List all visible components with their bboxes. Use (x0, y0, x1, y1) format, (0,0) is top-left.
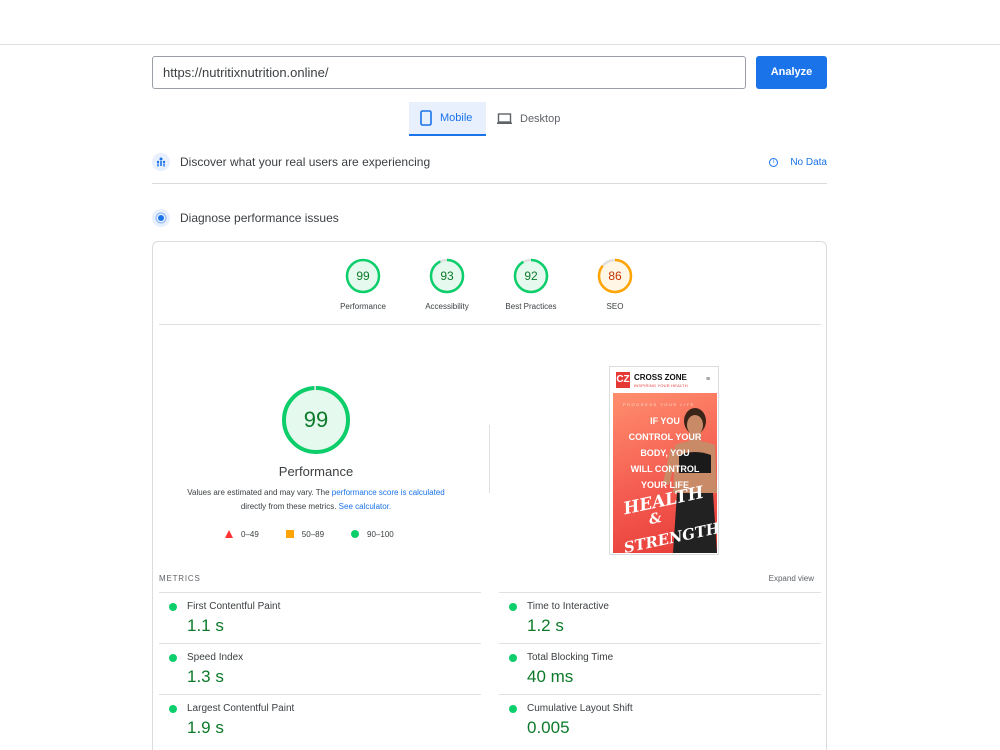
report-card: 99 Performance 93 Accessibility 92 Best … (152, 241, 827, 750)
divider (159, 324, 821, 325)
score-gauges: 99 Performance 93 Accessibility 92 Best … (153, 258, 828, 318)
score-calculated-link[interactable]: performance score is calculated (332, 488, 445, 497)
gauge-value: 99 (356, 269, 370, 283)
metric-speed-index: Speed Index 1.3 s (159, 643, 481, 694)
metric-name: Cumulative Layout Shift (527, 703, 633, 714)
gauge-value: 93 (440, 269, 454, 283)
square-icon (285, 530, 294, 538)
good-indicator (509, 603, 517, 611)
expand-view-toggle[interactable]: Expand view (769, 574, 814, 583)
field-data-row: Discover what your real users are experi… (152, 147, 827, 177)
see-calculator-link[interactable]: See calculator. (339, 502, 391, 511)
metric-fcp: First Contentful Paint 1.1 s (159, 592, 481, 643)
no-data-link[interactable]: i No Data (769, 157, 827, 168)
menu-icon: ≡ (706, 376, 711, 383)
gauge-label: Best Practices (505, 302, 557, 311)
hero-script-ampersand: & (647, 509, 664, 529)
circle-icon (351, 530, 360, 538)
metric-name: Largest Contentful Paint (187, 703, 295, 714)
good-indicator (169, 654, 177, 662)
mobile-icon (420, 110, 432, 126)
lab-flask-icon (152, 209, 170, 227)
note-text: directly from these metrics. (240, 502, 339, 511)
gauge-value: 86 (608, 269, 622, 283)
lab-data-title: Diagnose performance issues (180, 211, 339, 225)
hero-kicker: PROGRESS YOUR LIFE (623, 402, 695, 407)
url-input[interactable]: https://nutritixnutrition.online/ (152, 56, 746, 89)
gauge-label: Accessibility (425, 302, 469, 311)
no-data-label: No Data (790, 156, 827, 168)
device-tabs: Mobile Desktop (409, 102, 571, 136)
gauge-value: 92 (524, 269, 538, 283)
main-score-label: Performance (278, 464, 354, 479)
brand-logo: CZ (616, 372, 630, 388)
metric-value: 1.2 s (527, 616, 564, 635)
legend-average: 50–89 (285, 529, 325, 539)
gauge-label: Performance (340, 302, 386, 311)
gauge-performance[interactable]: 99 Performance (323, 258, 403, 311)
gauge-label: SEO (606, 302, 624, 311)
desktop-icon (497, 113, 512, 124)
gauge-seo[interactable]: 86 SEO (575, 258, 655, 311)
legend-good: 90–100 (351, 530, 394, 539)
metrics-heading: METRICS (159, 574, 201, 583)
legend-label: 50–89 (301, 529, 325, 539)
tab-mobile-label: Mobile (440, 112, 473, 124)
top-bar (0, 0, 1000, 45)
good-indicator (169, 705, 177, 713)
divider (152, 183, 827, 184)
metric-lcp: Largest Contentful Paint 1.9 s (159, 694, 481, 745)
metric-cls: Cumulative Layout Shift 0.005 (499, 694, 821, 745)
metric-tti: Time to Interactive 1.2 s (499, 592, 821, 643)
tab-mobile[interactable]: Mobile (409, 102, 486, 136)
screenshot-hero: PROGRESS YOUR LIFE IF YOU CONTROL YOUR B… (613, 393, 717, 553)
triangle-icon (225, 530, 233, 538)
headline-line: IF YOU (650, 416, 680, 426)
metric-tbt: Total Blocking Time 40 ms (499, 643, 821, 694)
metric-name: First Contentful Paint (187, 601, 281, 612)
screenshot-header: CZ CROSS ZONE INSPIRING YOUR HEALTH ≡ (610, 367, 718, 393)
good-indicator (169, 603, 177, 611)
metric-name: Time to Interactive (527, 601, 609, 612)
legend-poor: 0–49 (225, 530, 259, 539)
brand-name: CROSS ZONE (634, 373, 687, 382)
metric-name: Speed Index (187, 652, 244, 663)
metric-value: 1.1 s (187, 616, 224, 635)
score-note: Values are estimated and may vary. The p… (171, 486, 461, 514)
legend-label: 90–100 (367, 529, 394, 539)
score-legend: 0–49 50–89 90–100 (225, 528, 421, 540)
tab-desktop[interactable]: Desktop (486, 102, 571, 136)
gauge-accessibility[interactable]: 93 Accessibility (407, 258, 487, 311)
headline-line: BODY, YOU (640, 448, 690, 458)
gauge-best-practices[interactable]: 92 Best Practices (491, 258, 571, 311)
analyze-button[interactable]: Analyze (756, 56, 827, 89)
vertical-divider (489, 425, 490, 493)
field-data-title: Discover what your real users are experi… (180, 155, 431, 169)
metric-value: 1.9 s (187, 718, 224, 737)
metric-value: 40 ms (527, 667, 574, 686)
main-performance-gauge: 99 (281, 385, 351, 455)
main-score-value: 99 (303, 407, 329, 432)
good-indicator (509, 654, 517, 662)
headline-line: WILL CONTROL (630, 464, 700, 474)
legend-label: 0–49 (241, 529, 259, 539)
note-text: Values are estimated and may vary. The (187, 488, 332, 497)
info-icon: i (769, 157, 779, 167)
metric-value: 1.3 s (187, 667, 224, 686)
users-icon (152, 153, 170, 171)
metric-value: 0.005 (527, 718, 570, 737)
headline-line: CONTROL YOUR (628, 432, 702, 442)
hero-headline: IF YOU CONTROL YOUR BODY, YOU WILL CONTR… (615, 413, 715, 493)
tab-desktop-label: Desktop (520, 113, 561, 125)
good-indicator (509, 705, 517, 713)
metric-name: Total Blocking Time (527, 652, 614, 663)
page-screenshot: CZ CROSS ZONE INSPIRING YOUR HEALTH ≡ PR… (609, 366, 719, 555)
brand-tagline: INSPIRING YOUR HEALTH (634, 383, 688, 388)
lab-data-row: Diagnose performance issues (152, 203, 827, 233)
